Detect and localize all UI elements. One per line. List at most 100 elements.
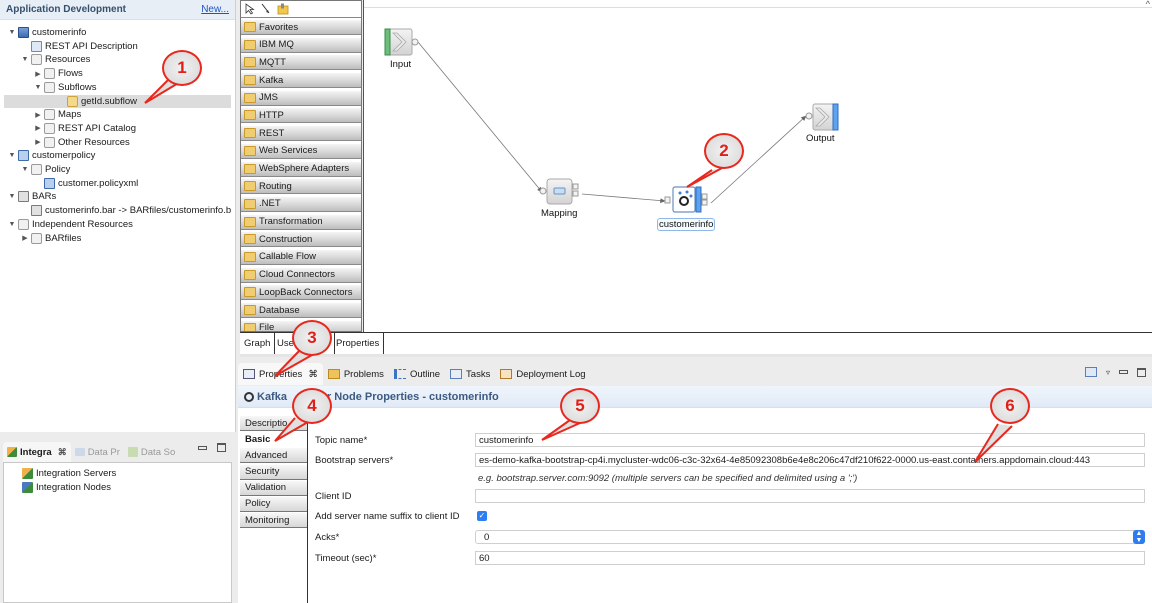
- tree-item[interactable]: ▶ Flows: [34, 67, 83, 80]
- topic-name-input[interactable]: customerinfo: [475, 433, 1145, 447]
- tab-problems[interactable]: Problems: [323, 363, 389, 385]
- tree-item[interactable]: getId.subflow: [4, 94, 231, 108]
- stepper-icon[interactable]: ▲ ▼: [1133, 530, 1145, 544]
- expand-down-icon[interactable]: ▼: [34, 84, 42, 91]
- tree-item[interactable]: REST API Description: [21, 40, 138, 53]
- connection-tool-icon[interactable]: [261, 3, 271, 15]
- palette-group-jms[interactable]: JMS: [241, 89, 361, 106]
- palette-group-net[interactable]: .NET: [241, 195, 361, 212]
- palette-group-construction[interactable]: Construction: [241, 231, 361, 248]
- palette-group-websphere-adapters[interactable]: WebSphere Adapters: [241, 160, 361, 177]
- client-id-input[interactable]: [475, 489, 1145, 503]
- input-node[interactable]: [384, 28, 419, 56]
- maximize-icon[interactable]: [217, 443, 226, 452]
- property-tab-monitoring[interactable]: Monitoring: [240, 513, 307, 529]
- palette-group-kafka[interactable]: Kafka: [241, 72, 361, 89]
- expand-down-icon[interactable]: ▼: [21, 166, 29, 173]
- property-tab-security[interactable]: Security: [240, 464, 307, 480]
- property-tab-advanced[interactable]: Advanced: [240, 448, 307, 464]
- palette-group-mqtt[interactable]: MQTT: [241, 54, 361, 71]
- kafka-producer-node-label: customerinfo: [657, 218, 716, 231]
- property-tab-policy[interactable]: Policy: [240, 496, 307, 512]
- close-icon[interactable]: ⌘: [308, 369, 318, 380]
- palette-group-cloud-connectors[interactable]: Cloud Connectors: [241, 266, 361, 283]
- bootstrap-servers-input[interactable]: es-demo-kafka-bootstrap-cp4i.mycluster-w…: [475, 453, 1145, 467]
- timeout-input[interactable]: 60: [475, 551, 1145, 565]
- tab-label: Data So: [140, 446, 176, 458]
- expand-right-icon[interactable]: ▶: [34, 138, 42, 146]
- flow-editor-canvas[interactable]: Input Mapping customerinfo Output ^: [363, 0, 1152, 332]
- palette-group-rest[interactable]: REST: [241, 125, 361, 142]
- palette-group-loopback-connectors[interactable]: LoopBack Connectors: [241, 284, 361, 301]
- pin-view-icon[interactable]: [1084, 367, 1097, 377]
- palette-group-routing[interactable]: Routing: [241, 178, 361, 195]
- kafka-producer-node[interactable]: [664, 186, 708, 213]
- note-tool-icon[interactable]: [277, 3, 289, 15]
- expand-right-icon[interactable]: ▶: [21, 234, 29, 242]
- palette-group-database[interactable]: Database: [241, 302, 361, 318]
- connection-input-mapping[interactable]: [417, 41, 543, 193]
- tab-graph[interactable]: Graph: [240, 333, 276, 354]
- expand-down-icon[interactable]: ▼: [8, 193, 16, 200]
- mapping-node[interactable]: [539, 178, 579, 205]
- tab-properties[interactable]: Properties ⌘: [238, 363, 323, 385]
- tree-item[interactable]: ▼ Policy: [21, 163, 70, 176]
- palette-group-web-services[interactable]: Web Services: [241, 142, 361, 159]
- minimize-icon[interactable]: [1119, 370, 1128, 374]
- tree-item[interactable]: ▼ Resources: [21, 53, 90, 66]
- select-tool-icon[interactable]: [245, 3, 255, 15]
- palette-group-http[interactable]: HTTP: [241, 107, 361, 124]
- tree-item[interactable]: ▶ Other Resources: [34, 136, 130, 149]
- maximize-icon[interactable]: [1137, 367, 1146, 377]
- tree-item[interactable]: customer.policyxml: [34, 177, 138, 190]
- property-tab-validation[interactable]: Validation: [240, 480, 307, 496]
- tree-item[interactable]: customerinfo.bar -> BARfiles/customerinf…: [21, 204, 231, 217]
- expand-right-icon[interactable]: ▶: [34, 111, 42, 119]
- tree-item-integration-nodes[interactable]: Integration Nodes: [4, 480, 231, 494]
- expand-down-icon[interactable]: ▼: [8, 29, 16, 36]
- palette-group-label: Favorites: [259, 21, 299, 33]
- tree-item[interactable]: ▼ customerpolicy: [8, 149, 95, 162]
- expand-right-icon[interactable]: ▶: [34, 70, 42, 78]
- property-tab-basic[interactable]: Basic: [240, 432, 307, 448]
- tree-item[interactable]: ▼ Independent Resources: [8, 218, 133, 231]
- connection-mapping-customerinfo[interactable]: [581, 193, 666, 203]
- tree-item-integration-servers[interactable]: Integration Servers: [4, 466, 231, 480]
- palette-group-favorites[interactable]: Favorites: [241, 19, 361, 35]
- expand-down-icon[interactable]: ▼: [21, 56, 29, 63]
- collapse-ruler-icon[interactable]: ^: [1146, 0, 1150, 9]
- palette-group-label: MQTT: [259, 56, 286, 68]
- tree-item[interactable]: ▼ Subflows: [34, 81, 97, 94]
- tree-item-label: Policy: [45, 164, 71, 175]
- close-icon[interactable]: ⌘: [58, 447, 67, 458]
- view-menu-icon[interactable]: ▿: [1106, 368, 1110, 377]
- tree-item[interactable]: ▼ BARs: [8, 190, 56, 203]
- output-node[interactable]: [805, 103, 839, 131]
- tab-data-source[interactable]: Data So: [124, 442, 179, 462]
- folder-icon: [31, 164, 42, 175]
- palette-group-label: Cloud Connectors: [259, 269, 336, 281]
- folder-icon: [31, 54, 42, 66]
- palette-group-ibm-mq[interactable]: IBM MQ: [241, 36, 361, 53]
- palette-group-callable-flow[interactable]: Callable Flow: [241, 248, 361, 265]
- tree-item[interactable]: ▼ customerinfo: [8, 26, 86, 39]
- tab-data-project[interactable]: Data Pr: [71, 442, 124, 462]
- acks-select[interactable]: 0 ▲ ▼: [475, 530, 1145, 544]
- tab-integration-explorer[interactable]: Integra ⌘: [3, 442, 71, 462]
- suffix-checkbox[interactable]: ✓: [477, 511, 487, 521]
- tree-item[interactable]: ▶ BARfiles: [21, 232, 81, 245]
- palette-group-transformation[interactable]: Transformation: [241, 213, 361, 230]
- tab-tasks[interactable]: Tasks: [445, 363, 495, 385]
- tree-item[interactable]: ▶ REST API Catalog: [34, 122, 136, 135]
- tab-properties-editor[interactable]: Properties: [332, 333, 385, 354]
- new-link[interactable]: New...: [201, 4, 229, 15]
- folder-icon: [44, 136, 55, 148]
- tree-item[interactable]: ▶ Maps: [34, 108, 81, 121]
- minimize-icon[interactable]: [198, 446, 207, 450]
- palette-group-label: WebSphere Adapters: [259, 163, 350, 174]
- tab-deployment-log[interactable]: Deployment Log: [495, 363, 590, 385]
- tab-outline[interactable]: Outline: [389, 363, 445, 385]
- expand-down-icon[interactable]: ▼: [8, 221, 16, 228]
- expand-down-icon[interactable]: ▼: [8, 152, 16, 159]
- expand-right-icon[interactable]: ▶: [34, 124, 42, 132]
